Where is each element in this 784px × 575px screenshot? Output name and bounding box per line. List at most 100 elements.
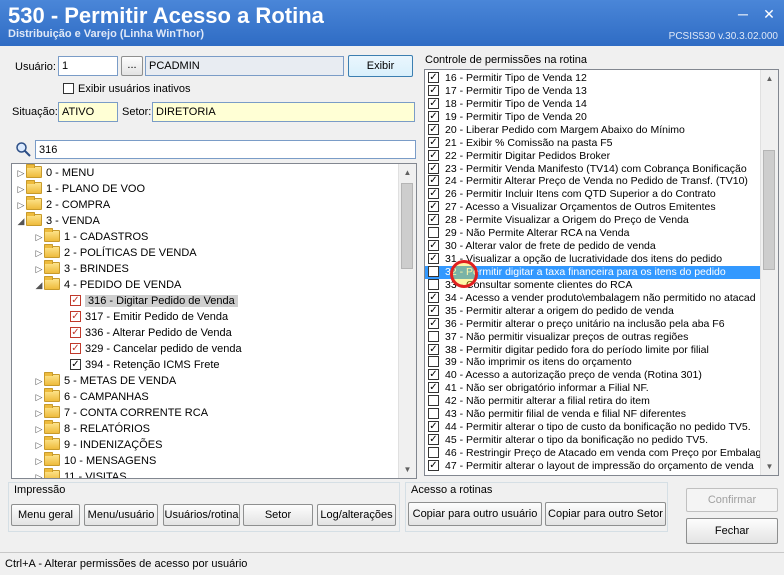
permission-checkbox[interactable] bbox=[428, 330, 439, 342]
scroll-down-icon[interactable]: ▼ bbox=[399, 461, 416, 478]
permission-row[interactable]: 35 - Permitir alterar a origem do pedido… bbox=[425, 304, 762, 318]
permission-checkbox[interactable] bbox=[428, 84, 439, 96]
permission-checkbox[interactable] bbox=[428, 446, 439, 458]
inactive-users-checkbox[interactable] bbox=[63, 83, 78, 95]
tree-item[interactable]: ◢ 3 - VENDA bbox=[16, 212, 100, 229]
permission-checkbox[interactable] bbox=[428, 304, 439, 316]
tree-item[interactable]: ▷ 2 - COMPRA bbox=[16, 196, 110, 213]
permission-checkbox[interactable] bbox=[428, 136, 439, 148]
search-input[interactable]: 316 bbox=[35, 140, 416, 159]
permission-checkbox[interactable] bbox=[428, 72, 439, 83]
permission-row[interactable]: 21 - Exibir % Comissão na pasta F5 bbox=[425, 136, 762, 150]
permission-checkbox[interactable] bbox=[428, 214, 439, 226]
expand-icon[interactable]: ▷ bbox=[34, 469, 44, 478]
permission-checkbox[interactable] bbox=[428, 382, 439, 394]
permission-checkbox[interactable] bbox=[428, 162, 439, 174]
permission-row[interactable]: 23 - Permitir Venda Manifesto (TV14) com… bbox=[425, 162, 762, 176]
permission-checkbox[interactable] bbox=[428, 201, 439, 213]
permission-checkbox[interactable] bbox=[428, 459, 439, 471]
permission-row[interactable]: 41 - Não ser obrigatório informar a Fili… bbox=[425, 382, 762, 395]
tree-item[interactable]: ▷ 11 - VISITAS bbox=[34, 468, 127, 478]
permission-checkbox[interactable] bbox=[428, 240, 439, 252]
expand-icon[interactable]: ▷ bbox=[16, 197, 26, 213]
usuarios-rotina-button[interactable]: Usuários/rotina bbox=[163, 504, 240, 526]
permission-checkbox[interactable] bbox=[428, 227, 439, 239]
permission-checkbox[interactable] bbox=[428, 291, 439, 303]
permission-row[interactable]: 20 - Liberar Pedido com Margem Abaixo do… bbox=[425, 123, 762, 137]
permission-checkbox[interactable] bbox=[428, 123, 439, 135]
tree-item[interactable]: 329 - Cancelar pedido de venda bbox=[60, 341, 242, 357]
expand-icon[interactable]: ▷ bbox=[16, 165, 26, 181]
permission-row[interactable]: 30 - Alterar valor de frete de pedido de… bbox=[425, 240, 762, 253]
permission-row[interactable]: 17 - Permitir Tipo de Venda 13 bbox=[425, 84, 762, 98]
permission-checkbox[interactable] bbox=[428, 395, 439, 407]
collapse-icon[interactable]: ◢ bbox=[16, 213, 26, 229]
tree-item[interactable]: 316 - Digitar Pedido de Venda bbox=[60, 293, 238, 309]
tree-item[interactable]: ▷ 0 - MENU bbox=[16, 164, 94, 181]
permission-checkbox[interactable] bbox=[428, 110, 439, 122]
tree-item[interactable]: ▷ 6 - CAMPANHAS bbox=[34, 388, 149, 405]
expand-icon[interactable]: ▷ bbox=[34, 453, 44, 469]
tree-item[interactable]: ◢ 4 - PEDIDO DE VENDA bbox=[34, 276, 181, 293]
collapse-icon[interactable]: ◢ bbox=[34, 277, 44, 293]
scroll-up-icon[interactable]: ▲ bbox=[761, 70, 778, 87]
permission-row[interactable]: 36 - Permitir alterar o preço unitário n… bbox=[425, 317, 762, 331]
expand-icon[interactable]: ▷ bbox=[34, 373, 44, 389]
tree-item[interactable]: ▷ 1 - CADASTROS bbox=[34, 228, 148, 245]
tree-checkbox[interactable] bbox=[70, 295, 81, 306]
tree-item[interactable]: ▷ 3 - BRINDES bbox=[34, 260, 129, 277]
permission-row[interactable]: 44 - Permitir alterar o tipo de custo da… bbox=[425, 421, 762, 434]
tree-item[interactable]: ▷ 1 - PLANO DE VOO bbox=[16, 180, 145, 197]
expand-icon[interactable]: ▷ bbox=[34, 245, 44, 261]
scroll-down-icon[interactable]: ▼ bbox=[761, 458, 778, 475]
tree-item[interactable]: 336 - Alterar Pedido de Venda bbox=[60, 325, 232, 341]
copy-to-user-button[interactable]: Copiar para outro usuário bbox=[408, 502, 542, 526]
permission-row[interactable]: 39 - Não imprimir os itens do orçamento bbox=[425, 356, 762, 369]
permission-row[interactable]: 16 - Permitir Tipo de Venda 12 bbox=[425, 72, 762, 85]
permission-checkbox[interactable] bbox=[428, 421, 439, 433]
permission-row[interactable]: 28 - Permite Visualizar a Origem do Preç… bbox=[425, 214, 762, 227]
expand-icon[interactable]: ▷ bbox=[34, 421, 44, 437]
tree-scroll-thumb[interactable] bbox=[401, 183, 413, 269]
permission-checkbox[interactable] bbox=[428, 253, 439, 265]
permission-row[interactable]: 38 - Permitir digitar pedido fora do per… bbox=[425, 343, 762, 357]
permission-row[interactable]: 43 - Não permitir filial de venda e fili… bbox=[425, 408, 762, 421]
permission-checkbox[interactable] bbox=[428, 317, 439, 329]
permission-row[interactable]: 27 - Acesso a Visualizar Orçamentos de O… bbox=[425, 201, 762, 214]
permission-checkbox[interactable] bbox=[428, 175, 439, 187]
close-icon[interactable]: ✕ bbox=[760, 6, 778, 22]
tree-item[interactable]: 317 - Emitir Pedido de Venda bbox=[60, 309, 228, 325]
permission-row[interactable]: 46 - Restringir Preço de Atacado em vend… bbox=[425, 446, 762, 460]
user-id-field[interactable]: 1 bbox=[58, 56, 118, 76]
expand-icon[interactable]: ▷ bbox=[34, 389, 44, 405]
permission-row[interactable]: 19 - Permitir Tipo de Venda 20 bbox=[425, 110, 762, 124]
tree-item[interactable]: ▷ 7 - CONTA CORRENTE RCA bbox=[34, 404, 208, 421]
permission-row[interactable]: 40 - Acesso a autorização preço de venda… bbox=[425, 369, 762, 382]
tree-item[interactable]: 394 - Retenção ICMS Frete bbox=[60, 357, 220, 373]
log-alteracoes-button[interactable]: Log/alterações bbox=[317, 504, 396, 526]
tree-item[interactable]: ▷ 10 - MENSAGENS bbox=[34, 452, 156, 469]
permission-checkbox[interactable] bbox=[428, 97, 439, 109]
tree-checkbox[interactable] bbox=[70, 359, 81, 370]
permission-row[interactable]: 31 - Visualizar a opção de lucratividade… bbox=[425, 253, 762, 266]
tree-item[interactable]: ▷ 5 - METAS DE VENDA bbox=[34, 372, 176, 389]
expand-icon[interactable]: ▷ bbox=[34, 405, 44, 421]
setor-button[interactable]: Setor bbox=[243, 504, 313, 526]
menu-usuario-button[interactable]: Menu/usuário bbox=[84, 504, 158, 526]
permission-row[interactable]: 37 - Não permitir visualizar preços de o… bbox=[425, 330, 762, 344]
minimize-icon[interactable]: ─ bbox=[734, 6, 752, 22]
expand-icon[interactable]: ▷ bbox=[34, 437, 44, 453]
tree-item[interactable]: ▷ 8 - RELATÓRIOS bbox=[34, 420, 150, 437]
menu-geral-button[interactable]: Menu geral bbox=[11, 504, 80, 526]
permission-row[interactable]: 42 - Não permitir alterar a filial retir… bbox=[425, 395, 762, 408]
permission-checkbox[interactable] bbox=[428, 265, 439, 277]
permission-checkbox[interactable] bbox=[428, 369, 439, 381]
permission-row[interactable]: 34 - Acesso a vender produto\embalagem n… bbox=[425, 291, 762, 305]
permission-checkbox[interactable] bbox=[428, 149, 439, 161]
expand-icon[interactable]: ▷ bbox=[34, 229, 44, 245]
confirm-button[interactable]: Confirmar bbox=[686, 488, 778, 512]
permission-checkbox[interactable] bbox=[428, 408, 439, 420]
permission-checkbox[interactable] bbox=[428, 278, 439, 290]
expand-icon[interactable]: ▷ bbox=[34, 261, 44, 277]
permission-row[interactable]: 18 - Permitir Tipo de Venda 14 bbox=[425, 97, 762, 111]
